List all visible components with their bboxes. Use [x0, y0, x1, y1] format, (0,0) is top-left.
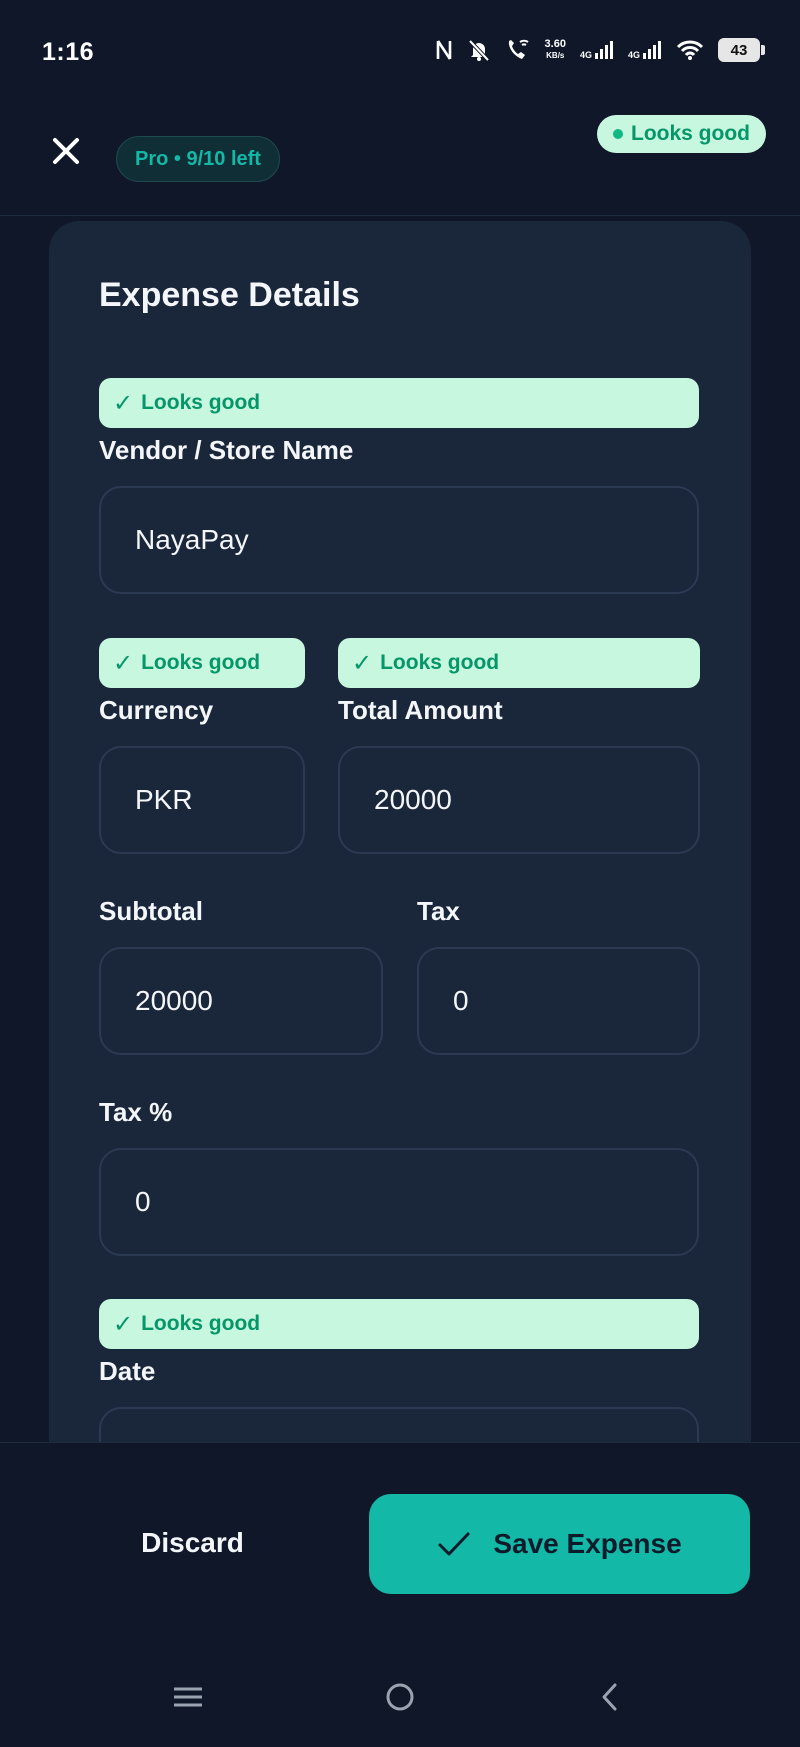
wifi-icon — [676, 39, 704, 61]
tax-input[interactable]: 0 — [417, 947, 700, 1055]
signal-bars-icon — [643, 41, 661, 59]
vendor-validation-badge: ✓ Looks good — [99, 378, 699, 428]
tax-percent-label: Tax % — [99, 1097, 173, 1127]
action-bar: Discard Save Expense — [0, 1442, 800, 1642]
save-expense-button[interactable]: Save Expense — [369, 1494, 750, 1594]
net-speed-value: 3.60 — [544, 38, 566, 50]
card-title: Expense Details — [99, 276, 360, 314]
tax-label: Tax — [417, 896, 460, 926]
status-icons: 3.60 KB/s 4G 4G 43 — [435, 38, 765, 62]
signal-sim1: 4G — [580, 40, 614, 60]
total-amount-input[interactable]: 20000 — [338, 746, 700, 854]
signal-sim2: 4G — [628, 40, 662, 60]
tax-percent-input[interactable]: 0 — [99, 1148, 699, 1256]
date-input[interactable] — [99, 1407, 699, 1442]
overall-status-badge: Looks good — [597, 115, 766, 153]
vendor-label: Vendor / Store Name — [99, 435, 354, 465]
battery-indicator: 43 — [718, 38, 765, 62]
nfc-icon — [435, 38, 453, 62]
status-bar: 1:16 3.60 KB/s 4G 4G 43 — [0, 0, 800, 110]
net-speed-unit: KB/s — [546, 51, 565, 60]
form-scroll-area[interactable]: Expense Details ✓ Looks good Vendor / St… — [0, 217, 800, 1442]
app-screen: 1:16 3.60 KB/s 4G 4G 43 Pro • 9/10 left … — [0, 0, 800, 1747]
total-amount-label: Total Amount — [338, 695, 503, 725]
total-amount-validation-badge: ✓ Looks good — [338, 638, 700, 688]
validation-text: Looks good — [380, 651, 500, 674]
validation-text: Looks good — [141, 651, 261, 674]
signal-bars-icon — [594, 41, 613, 59]
subtotal-input[interactable]: 20000 — [99, 947, 383, 1055]
currency-validation-badge: ✓ Looks good — [99, 638, 305, 688]
net-speed: 3.60 KB/s — [545, 39, 566, 61]
subtotal-label: Subtotal — [99, 896, 203, 926]
check-icon: ✓ — [113, 389, 134, 417]
nav-back-button[interactable] — [580, 1672, 640, 1722]
check-icon: ✓ — [113, 1310, 134, 1338]
status-dot-icon — [613, 129, 623, 139]
discard-button[interactable]: Discard — [90, 1493, 295, 1593]
nav-menu-button[interactable] — [158, 1672, 218, 1722]
sim1-network-type: 4G — [579, 50, 592, 60]
mute-bell-icon — [467, 38, 491, 62]
date-validation-badge: ✓ Looks good — [99, 1299, 699, 1349]
nav-home-button[interactable] — [370, 1672, 430, 1722]
sim2-network-type: 4G — [627, 50, 640, 60]
expense-details-card: Expense Details ✓ Looks good Vendor / St… — [49, 221, 751, 1442]
check-icon — [438, 1532, 470, 1556]
vendor-input[interactable]: NayaPay — [99, 486, 699, 594]
validation-text: Looks good — [141, 391, 261, 414]
currency-input[interactable]: PKR — [99, 746, 305, 854]
save-expense-label: Save Expense — [493, 1528, 682, 1559]
home-icon — [386, 1683, 414, 1711]
close-icon — [53, 137, 79, 164]
wifi-call-icon — [505, 38, 531, 62]
validation-text: Looks good — [141, 1312, 261, 1335]
close-button[interactable] — [44, 130, 88, 174]
plan-badge: Pro • 9/10 left — [116, 136, 280, 182]
overall-status-text: Looks good — [631, 122, 750, 145]
menu-icon — [174, 1687, 202, 1707]
back-icon — [602, 1683, 617, 1711]
top-bar: Pro • 9/10 left Looks good — [0, 110, 800, 216]
check-icon: ✓ — [113, 649, 134, 677]
system-nav-bar — [0, 1642, 800, 1747]
check-icon: ✓ — [352, 649, 373, 677]
date-label: Date — [99, 1356, 156, 1386]
status-time: 1:16 — [42, 38, 95, 66]
currency-label: Currency — [99, 695, 214, 725]
